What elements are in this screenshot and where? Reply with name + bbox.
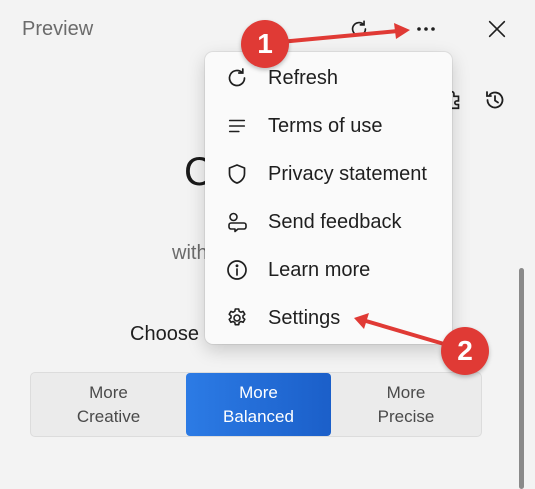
conversation-style-selector: More Creative More Balanced More Precise	[30, 372, 482, 437]
window-title: Preview	[22, 18, 94, 40]
lines-icon	[223, 112, 251, 140]
choose-tone-label: Choose	[130, 323, 199, 345]
tone-more-precise[interactable]: More Precise	[331, 373, 481, 436]
tone-label-line2: Balanced	[223, 406, 294, 426]
gear-icon	[223, 304, 251, 332]
menu-item-refresh[interactable]: Refresh	[205, 54, 452, 102]
scrollbar[interactable]	[519, 268, 524, 489]
menu-item-label: Settings	[268, 306, 341, 329]
menu-item-label: Refresh	[268, 66, 339, 89]
info-icon	[223, 256, 251, 284]
refresh-icon	[223, 64, 251, 92]
shield-icon	[223, 160, 251, 188]
annotation-badge-2: 2	[441, 327, 489, 375]
annotation-arrow-1	[278, 29, 400, 44]
history-icon	[486, 91, 504, 109]
more-options-menu: Refresh Terms of use Privacy statement S…	[205, 52, 452, 344]
tone-label-line1: More	[89, 382, 128, 402]
menu-item-label: Learn more	[268, 258, 371, 281]
refresh-icon	[351, 20, 367, 37]
menu-item-settings[interactable]: Settings	[205, 294, 452, 342]
refresh-button[interactable]	[342, 12, 376, 46]
annotation-badge-1: 1	[241, 20, 289, 68]
menu-item-send-feedback[interactable]: Send feedback	[205, 198, 452, 246]
menu-item-privacy-statement[interactable]: Privacy statement	[205, 150, 452, 198]
tone-more-creative[interactable]: More Creative	[31, 373, 186, 436]
tone-label-line1: More	[386, 382, 426, 402]
tone-label-line1: More	[239, 382, 278, 402]
annotation-arrowhead-1	[394, 23, 410, 39]
more-icon	[417, 27, 435, 31]
welcome-subtext: with	[172, 242, 208, 264]
close-icon	[488, 20, 506, 38]
more-options-button[interactable]	[409, 12, 443, 46]
menu-item-label: Send feedback	[268, 210, 402, 233]
tone-label-line2: Creative	[76, 406, 141, 426]
feedback-icon	[223, 208, 251, 236]
menu-item-learn-more[interactable]: Learn more	[205, 246, 452, 294]
tone-label-line2: Precise	[377, 406, 435, 426]
tone-more-balanced[interactable]: More Balanced	[186, 373, 331, 436]
menu-item-label: Privacy statement	[268, 162, 427, 185]
menu-item-label: Terms of use	[268, 114, 383, 137]
history-button[interactable]	[478, 83, 512, 117]
menu-item-terms-of-use[interactable]: Terms of use	[205, 102, 452, 150]
close-button[interactable]	[480, 12, 514, 46]
